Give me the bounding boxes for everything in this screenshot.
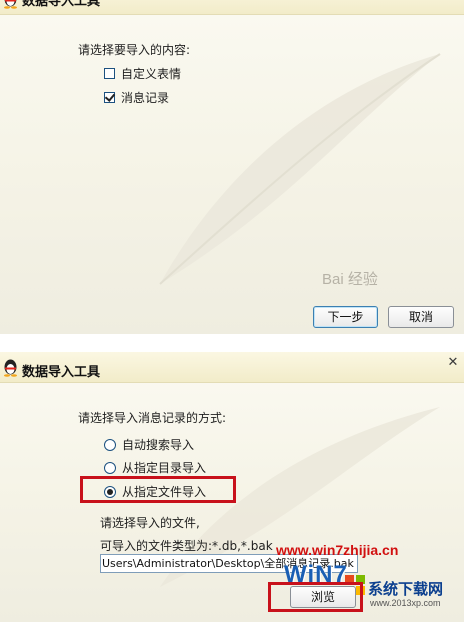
- option-label: 自定义表情: [121, 67, 182, 81]
- option-label: 自动搜索导入: [122, 438, 195, 452]
- dialog-title: 数据导入工具: [22, 0, 101, 9]
- file-types-hint: 可导入的文件类型为:*.db,*.bak: [100, 539, 273, 553]
- qq-penguin-icon: [4, 0, 17, 9]
- cancel-button[interactable]: 取消: [388, 306, 454, 328]
- file-prompt: 请选择导入的文件,: [100, 516, 200, 530]
- option-label: 消息记录: [121, 91, 170, 105]
- option-custom-emoticons[interactable]: 自定义表情: [104, 65, 181, 82]
- watermark-brand: 系统下载网: [368, 580, 444, 598]
- close-icon[interactable]: ✕: [446, 356, 460, 370]
- title-bar: 数据导入工具 ✕: [0, 352, 464, 383]
- option-message-records[interactable]: 消息记录: [104, 89, 169, 106]
- checkbox-custom-emoticons[interactable]: [104, 68, 115, 79]
- dialog-title: 数据导入工具: [22, 365, 101, 380]
- highlight-box: [80, 476, 236, 503]
- option-label: 从指定目录导入: [122, 461, 207, 475]
- radio-from-directory[interactable]: [104, 461, 116, 474]
- watermark-url: www.2013xp.com: [370, 598, 441, 608]
- baidu-watermark: Bai 经验: [322, 271, 378, 288]
- qq-penguin-icon: [4, 359, 17, 377]
- import-dialog-step1: 数据导入工具 请选择要导入的内容: 自定义表情 消息记录 Bai 经验 下一步 …: [0, 0, 464, 334]
- method-prompt: 请选择导入消息记录的方式:: [78, 411, 227, 425]
- watermark-site: www.win7zhijia.cn: [276, 542, 399, 558]
- browse-highlight-box: [268, 582, 363, 612]
- next-button[interactable]: 下一步: [313, 306, 378, 328]
- option-auto-search[interactable]: 自动搜索导入: [104, 436, 194, 453]
- checkbox-message-records[interactable]: [104, 92, 115, 103]
- title-bar: 数据导入工具: [0, 0, 464, 15]
- radio-auto-search[interactable]: [104, 438, 116, 451]
- content-prompt: 请选择要导入的内容:: [78, 43, 191, 57]
- feather-decoration: [159, 53, 441, 285]
- option-from-directory[interactable]: 从指定目录导入: [104, 459, 206, 476]
